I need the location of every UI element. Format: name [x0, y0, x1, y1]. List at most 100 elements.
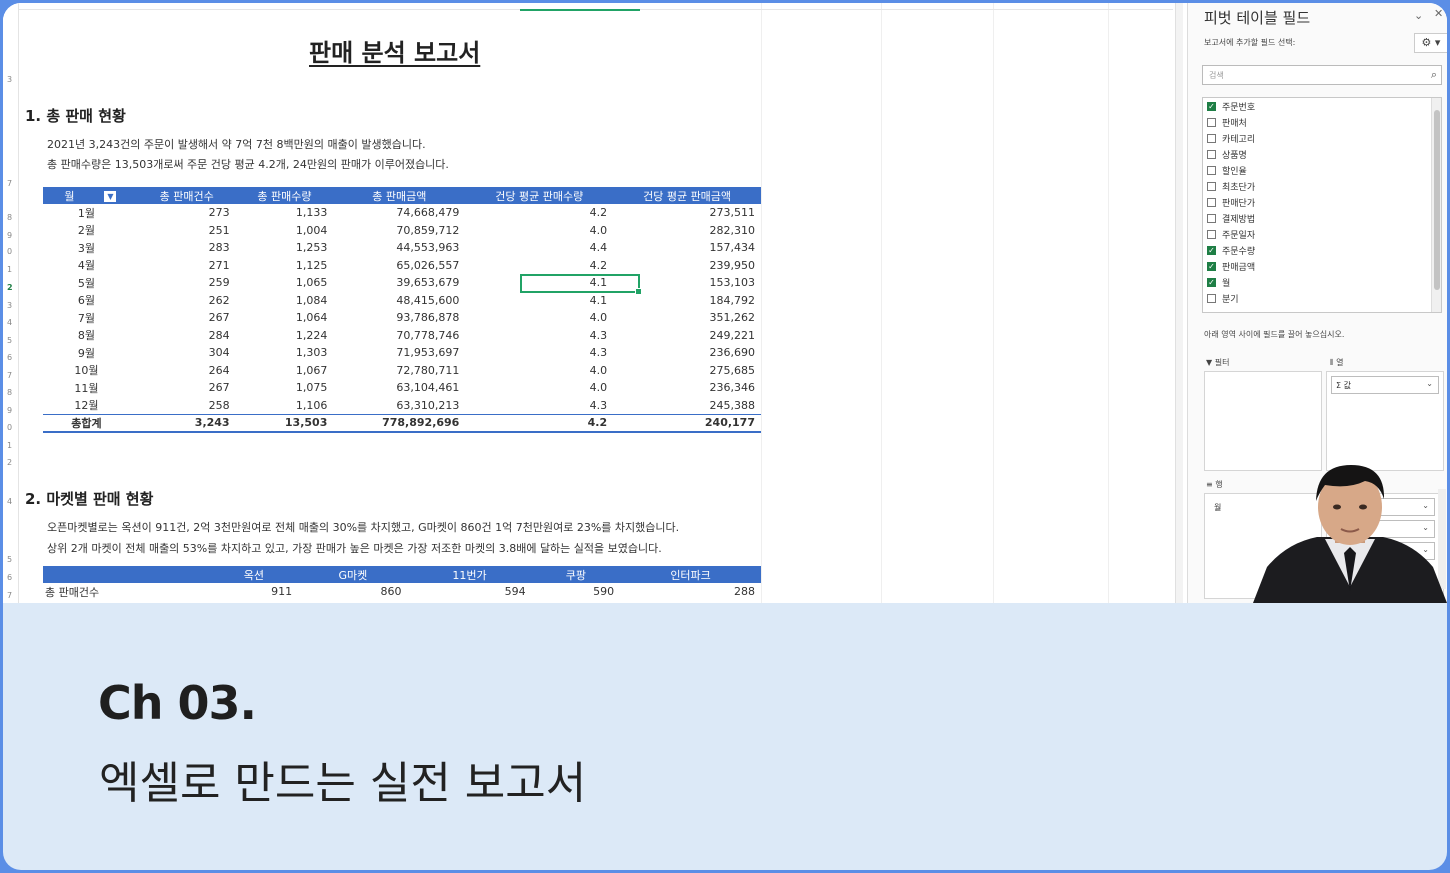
table-header[interactable]: 옥션: [209, 566, 299, 583]
table-row[interactable]: 4월 271 1,125 65,026,557 4.2 239,950: [43, 257, 761, 275]
table-row[interactable]: 11월 267 1,075 63,104,461 4.0 236,346: [43, 379, 761, 397]
checked-checkbox[interactable]: ✓: [1207, 102, 1216, 111]
table-cell[interactable]: 4.0: [465, 362, 613, 380]
table-cell[interactable]: 288: [620, 583, 761, 600]
table-cell[interactable]: 236,346: [613, 379, 761, 397]
table-row[interactable]: 총 판매건수 911 860 594 590 288: [43, 583, 761, 600]
table-cell[interactable]: 72,780,711: [333, 362, 465, 380]
table-cell[interactable]: 70,859,712: [333, 222, 465, 240]
field-item[interactable]: ✓ 월: [1207, 276, 1230, 289]
table-cell[interactable]: 258: [138, 397, 236, 415]
total-cell[interactable]: 240,177: [613, 413, 761, 433]
table-cell[interactable]: 4월: [43, 257, 138, 275]
table-cell[interactable]: 10월: [43, 362, 138, 380]
table-cell[interactable]: 860: [298, 583, 407, 600]
table-row[interactable]: 3월 283 1,253 44,553,963 4.4 157,434: [43, 239, 761, 257]
table-cell[interactable]: 1,065: [236, 274, 334, 292]
table-cell[interactable]: 1,253: [236, 239, 334, 257]
table-cell[interactable]: 1,064: [236, 309, 334, 327]
table-cell[interactable]: 271: [138, 257, 236, 275]
table-row[interactable]: 12월 258 1,106 63,310,213 4.3 245,388: [43, 397, 761, 415]
table-header[interactable]: 건당 평균 판매금액: [613, 187, 761, 204]
table-header[interactable]: 쿠팡: [531, 566, 621, 583]
gear-icon[interactable]: ⚙ ▾: [1414, 33, 1447, 53]
table-cell[interactable]: 44,553,963: [333, 239, 465, 257]
field-list-scrollbar[interactable]: [1431, 98, 1441, 312]
table-row[interactable]: 8월 284 1,224 70,778,746 4.3 249,221: [43, 327, 761, 345]
table-cell[interactable]: 5월: [43, 274, 138, 292]
field-item[interactable]: 카테고리: [1207, 132, 1255, 145]
table-cell[interactable]: 1,067: [236, 362, 334, 380]
table-cell[interactable]: 275,685: [613, 362, 761, 380]
table-row[interactable]: 9월 304 1,303 71,953,697 4.3 236,690: [43, 344, 761, 362]
table-cell[interactable]: 8월: [43, 327, 138, 345]
checked-checkbox[interactable]: ✓: [1207, 262, 1216, 271]
table-cell[interactable]: 4.3: [465, 327, 613, 345]
table-header[interactable]: 건당 평균 판매수량: [465, 187, 614, 204]
table-cell[interactable]: 2월: [43, 222, 138, 240]
table-cell[interactable]: 11월: [43, 379, 138, 397]
table-cell[interactable]: 4.0: [465, 309, 613, 327]
table-cell[interactable]: 239,950: [613, 257, 761, 275]
table-cell[interactable]: 39,653,679: [333, 274, 465, 292]
table-cell[interactable]: 1,133: [236, 204, 334, 222]
total-cell[interactable]: 총합계: [43, 413, 138, 433]
field-item[interactable]: 상품명: [1207, 148, 1247, 161]
table-cell[interactable]: 1,106: [236, 397, 334, 415]
table-header[interactable]: 총 판매건수: [137, 187, 236, 204]
chevron-down-icon[interactable]: ⌄: [1414, 9, 1423, 22]
chevron-down-icon[interactable]: ⌄: [1426, 379, 1433, 388]
filter-dropdown-icon[interactable]: ▼: [104, 191, 117, 202]
table-cell[interactable]: 249,221: [613, 327, 761, 345]
total-cell[interactable]: 3,243: [137, 413, 236, 433]
field-item[interactable]: 할인율: [1207, 164, 1247, 177]
table-cell[interactable]: 65,026,557: [333, 257, 465, 275]
table-cell[interactable]: 251: [138, 222, 236, 240]
market-sales-table[interactable]: 옥션 G마켓 11번가 쿠팡 인터파크 총 판매건수 911 860 594 590 28…: [43, 566, 761, 600]
table-cell[interactable]: 4.0: [465, 379, 613, 397]
table-cell[interactable]: 총 판매건수: [43, 583, 210, 600]
total-cell[interactable]: 4.2: [465, 413, 614, 433]
table-cell[interactable]: 273,511: [613, 204, 761, 222]
table-cell[interactable]: 4.1: [465, 292, 613, 310]
table-cell[interactable]: 4.3: [465, 397, 613, 415]
checkbox[interactable]: [1207, 134, 1216, 143]
field-list[interactable]: ✓ 주문번호 판매처 카테고리 상품명 할인율 최초단가 판매단가 결제방법 주문일자 ✓ 주문수량 ✓…: [1202, 97, 1442, 313]
table-row[interactable]: 10월 264 1,067 72,780,711 4.0 275,685: [43, 362, 761, 380]
table-cell[interactable]: 1,303: [236, 344, 334, 362]
table-cell[interactable]: 283: [138, 239, 236, 257]
table-cell[interactable]: 157,434: [613, 239, 761, 257]
table-cell[interactable]: 93,786,878: [333, 309, 465, 327]
columns-area[interactable]: Σ 값 ⌄: [1326, 371, 1444, 471]
table-row[interactable]: 7월 267 1,064 93,786,878 4.0 351,262: [43, 309, 761, 327]
field-item[interactable]: ✓ 판매금액: [1207, 260, 1255, 273]
checkbox[interactable]: [1207, 230, 1216, 239]
checkbox[interactable]: [1207, 166, 1216, 175]
table-cell[interactable]: 4.3: [465, 344, 613, 362]
scroll-thumb[interactable]: [1434, 110, 1440, 290]
field-item[interactable]: 판매처: [1207, 116, 1247, 129]
table-cell[interactable]: 4.4: [465, 239, 613, 257]
table-header[interactable]: 인터파크: [620, 566, 761, 583]
field-item[interactable]: 주문일자: [1207, 228, 1255, 241]
field-item[interactable]: 분기: [1207, 292, 1239, 305]
table-header[interactable]: 총 판매금액: [333, 187, 466, 204]
field-item[interactable]: 판매단가: [1207, 196, 1255, 209]
table-header[interactable]: 총 판매수량: [235, 187, 334, 204]
table-cell[interactable]: 236,690: [613, 344, 761, 362]
table-cell[interactable]: 4.2: [465, 257, 613, 275]
table-row[interactable]: 1월 273 1,133 74,668,479 4.2 273,511: [43, 204, 761, 222]
checkbox[interactable]: [1207, 118, 1216, 127]
table-cell[interactable]: 1,004: [236, 222, 334, 240]
table-row[interactable]: 5월 259 1,065 39,653,679 4.1 153,103: [43, 274, 761, 292]
table-cell[interactable]: 1,224: [236, 327, 334, 345]
field-item[interactable]: 최초단가: [1207, 180, 1255, 193]
field-item[interactable]: ✓ 주문수량: [1207, 244, 1255, 257]
table-cell[interactable]: 1,075: [236, 379, 334, 397]
table-header[interactable]: 11번가: [407, 566, 532, 583]
table-cell[interactable]: 71,953,697: [333, 344, 465, 362]
spreadsheet[interactable]: 3 7 8 9 0 1 2 3 4 5 6 7 8 9 0 1 2 4 5 6: [3, 3, 1183, 603]
table-cell[interactable]: 3월: [43, 239, 138, 257]
table-header[interactable]: G마켓: [298, 566, 408, 583]
table-cell[interactable]: 63,310,213: [333, 397, 465, 415]
